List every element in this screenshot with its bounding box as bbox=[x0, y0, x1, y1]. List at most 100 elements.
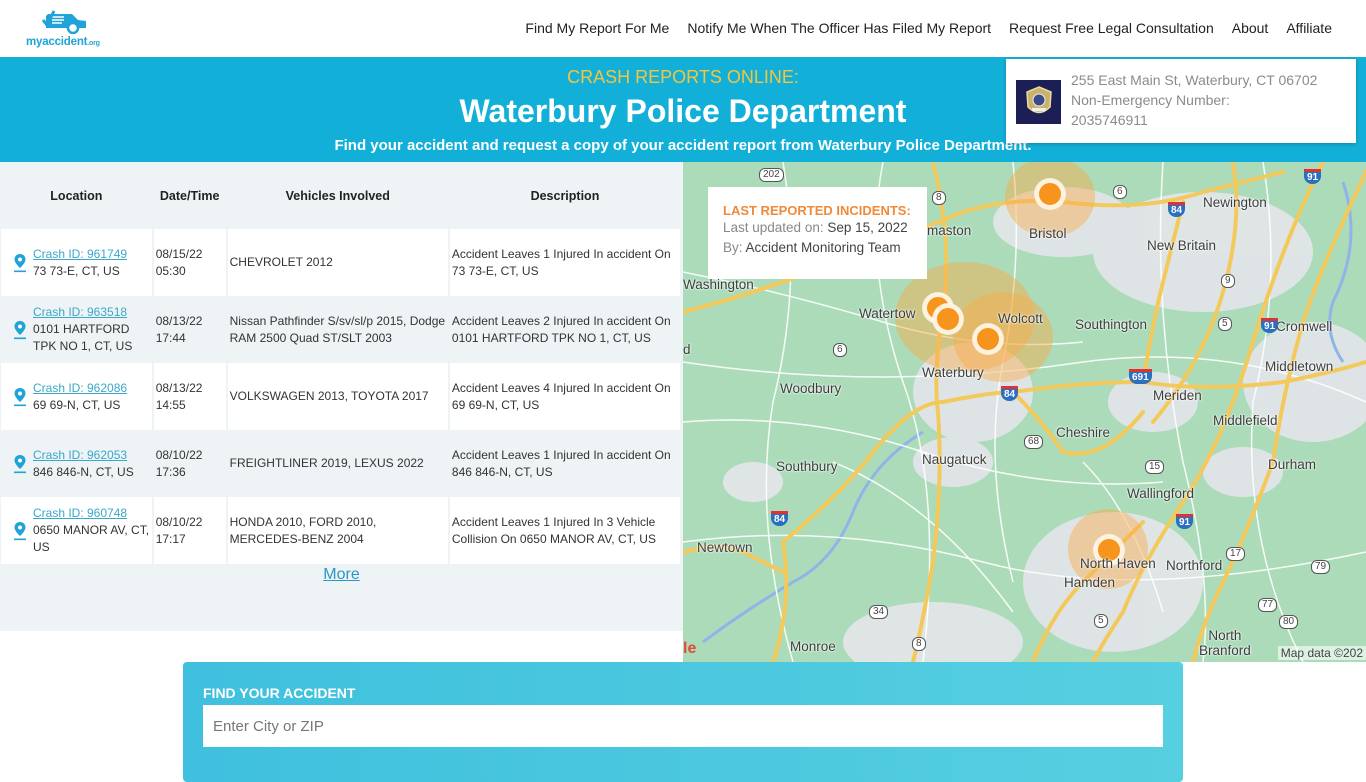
nav-legal-consultation[interactable]: Request Free Legal Consultation bbox=[1009, 20, 1214, 36]
city-zip-search-input[interactable] bbox=[203, 705, 1163, 747]
route-shield: 5 bbox=[1094, 614, 1108, 628]
datetime-cell: 08/10/22 17:36 bbox=[153, 430, 226, 497]
route-shield: 8 bbox=[912, 637, 926, 651]
crash-id-link[interactable]: Crash ID: 960748 bbox=[33, 505, 150, 522]
location-text: 0101 HARTFORD TPK NO 1, CT, US bbox=[33, 322, 133, 353]
more-row: More bbox=[0, 566, 683, 584]
map-attribution[interactable]: Map data ©202 bbox=[1277, 646, 1366, 660]
time-text: 14:55 bbox=[155, 397, 186, 412]
table-row[interactable]: Crash ID: 963518 0101 HARTFORD TPK NO 1,… bbox=[1, 296, 680, 363]
route-shield: 202 bbox=[759, 168, 784, 182]
table-row[interactable]: Crash ID: 961749 73 73-E, CT, US 08/15/2… bbox=[1, 229, 680, 296]
updated-by: By: Accident Monitoring Team bbox=[723, 240, 901, 255]
map-place-label: Middletown bbox=[1265, 359, 1334, 374]
route-shield: 68 bbox=[1024, 435, 1044, 449]
date-text: 08/13/22 bbox=[155, 380, 203, 395]
location-cell: Crash ID: 962086 69 69-N, CT, US bbox=[1, 363, 152, 430]
interstate-shield: 691 bbox=[1129, 369, 1152, 384]
map-pin-icon bbox=[14, 521, 26, 540]
map-place-label: Hamden bbox=[1064, 575, 1116, 590]
map-place-label: Wolcott bbox=[998, 311, 1043, 326]
top-navigation-bar: myaccident.org Find My Report For Me Not… bbox=[0, 0, 1366, 57]
route-shield: 6 bbox=[833, 343, 847, 357]
map-place-label: Cromwell bbox=[1276, 319, 1333, 334]
map-place-label: North Haven bbox=[1080, 556, 1156, 571]
department-phone: 2035746911 bbox=[1071, 112, 1148, 128]
description-cell: Accident Leaves 4 Injured In accident On… bbox=[449, 363, 680, 430]
time-text: 17:17 bbox=[155, 531, 186, 546]
main-nav: Find My Report For Me Notify Me When The… bbox=[525, 20, 1332, 36]
incident-marker[interactable] bbox=[973, 324, 1003, 354]
incident-marker[interactable] bbox=[933, 304, 963, 334]
interstate-shield: 84 bbox=[771, 511, 789, 526]
datetime-cell: 08/10/22 17:17 bbox=[153, 497, 226, 564]
nav-find-my-report[interactable]: Find My Report For Me bbox=[525, 20, 669, 36]
nav-about[interactable]: About bbox=[1232, 20, 1269, 36]
updated-by-value: Accident Monitoring Team bbox=[745, 240, 901, 255]
map-place-label: maston bbox=[927, 223, 972, 238]
route-shield: 5 bbox=[1218, 317, 1232, 331]
column-header-location: Location bbox=[1, 162, 152, 229]
interstate-shield: 91 bbox=[1261, 318, 1279, 333]
map-place-label: Meriden bbox=[1153, 388, 1202, 403]
last-reported-incidents-panel: LAST REPORTED INCIDENTS: Last updated on… bbox=[708, 187, 927, 279]
location-text: 73 73-E, CT, US bbox=[33, 263, 120, 278]
description-cell: Accident Leaves 1 Injured In 3 Vehicle C… bbox=[449, 497, 680, 564]
department-address: 255 East Main St, Waterbury, CT 06702 bbox=[1071, 72, 1318, 88]
interstate-shield: 91 bbox=[1176, 514, 1194, 529]
map-place-label: Durham bbox=[1268, 457, 1317, 472]
table-row[interactable]: Crash ID: 960748 0650 MANOR AV, CT, US 0… bbox=[1, 497, 680, 564]
logo-text: myaccident.org bbox=[26, 36, 100, 48]
nav-notify-me[interactable]: Notify Me When The Officer Has Filed My … bbox=[687, 20, 991, 36]
date-text: 08/10/22 bbox=[155, 447, 203, 462]
crash-id-link[interactable]: Crash ID: 961749 bbox=[33, 246, 127, 263]
map-place-label: Washington bbox=[683, 277, 754, 292]
map-place-label: d bbox=[683, 342, 691, 357]
route-shield: 17 bbox=[1226, 547, 1246, 561]
crash-id-link[interactable]: Crash ID: 962086 bbox=[33, 380, 127, 397]
map-place-label: Waterbury bbox=[922, 365, 984, 380]
map-place-label: Southington bbox=[1075, 317, 1148, 332]
vehicles-cell: Nissan Pathfinder S/sv/sl/p 2015, Dodge … bbox=[227, 296, 448, 363]
vehicles-cell: HONDA 2010, FORD 2010, MERCEDES-BENZ 200… bbox=[227, 497, 448, 564]
datetime-cell: 08/13/22 14:55 bbox=[153, 363, 226, 430]
location-text: 846 846-N, CT, US bbox=[33, 464, 134, 479]
map-place-label: Southbury bbox=[776, 459, 838, 474]
time-text: 05:30 bbox=[155, 263, 186, 278]
location-cell: Crash ID: 960748 0650 MANOR AV, CT, US bbox=[1, 497, 152, 564]
incidents-title: LAST REPORTED INCIDENTS: bbox=[723, 203, 911, 218]
route-shield: 9 bbox=[1221, 274, 1235, 288]
interstate-shield: 84 bbox=[1168, 202, 1186, 217]
more-link[interactable]: More bbox=[323, 566, 359, 583]
nav-affiliate[interactable]: Affiliate bbox=[1286, 20, 1332, 36]
table-row[interactable]: Crash ID: 962086 69 69-N, CT, US 08/13/2… bbox=[1, 363, 680, 430]
map-place-label: Woodbury bbox=[780, 381, 842, 396]
car-report-icon bbox=[42, 10, 86, 34]
column-header-datetime: Date/Time bbox=[153, 162, 226, 229]
description-cell: Accident Leaves 2 Injured In accident On… bbox=[449, 296, 680, 363]
location-cell: Crash ID: 962053 846 846-N, CT, US bbox=[1, 430, 152, 497]
location-text: 0650 MANOR AV, CT, US bbox=[33, 523, 150, 554]
map-place-label: North Branford bbox=[1199, 628, 1251, 658]
google-logo-fragment: le bbox=[683, 640, 697, 657]
table-row[interactable]: Crash ID: 962053 846 846-N, CT, US 08/10… bbox=[1, 430, 680, 497]
time-text: 17:44 bbox=[155, 330, 186, 345]
map-place-label: Watertow bbox=[859, 306, 916, 321]
location-cell: Crash ID: 963518 0101 HARTFORD TPK NO 1,… bbox=[1, 296, 152, 363]
incident-marker[interactable] bbox=[1035, 179, 1065, 209]
find-accident-panel: FIND YOUR ACCIDENT bbox=[183, 662, 1183, 782]
crash-id-link[interactable]: Crash ID: 963518 bbox=[33, 304, 150, 321]
department-contact: 255 East Main St, Waterbury, CT 06702 No… bbox=[1071, 70, 1317, 130]
last-updated: Last updated on: Sep 15, 2022 bbox=[723, 220, 908, 235]
date-text: 08/13/22 bbox=[155, 313, 203, 328]
map-place-label: Cheshire bbox=[1056, 425, 1111, 440]
crash-id-link[interactable]: Crash ID: 962053 bbox=[33, 447, 134, 464]
map-pin-icon bbox=[14, 320, 26, 339]
route-shield: 15 bbox=[1145, 460, 1165, 474]
incident-map[interactable]: Bristol Newington New Britain Washington… bbox=[683, 162, 1366, 662]
route-shield: 6 bbox=[1113, 185, 1127, 199]
site-logo[interactable]: myaccident.org bbox=[26, 8, 106, 50]
interstate-shield: 84 bbox=[1001, 386, 1019, 401]
map-place-label: Northford bbox=[1166, 558, 1223, 573]
description-cell: Accident Leaves 1 Injured In accident On… bbox=[449, 430, 680, 497]
